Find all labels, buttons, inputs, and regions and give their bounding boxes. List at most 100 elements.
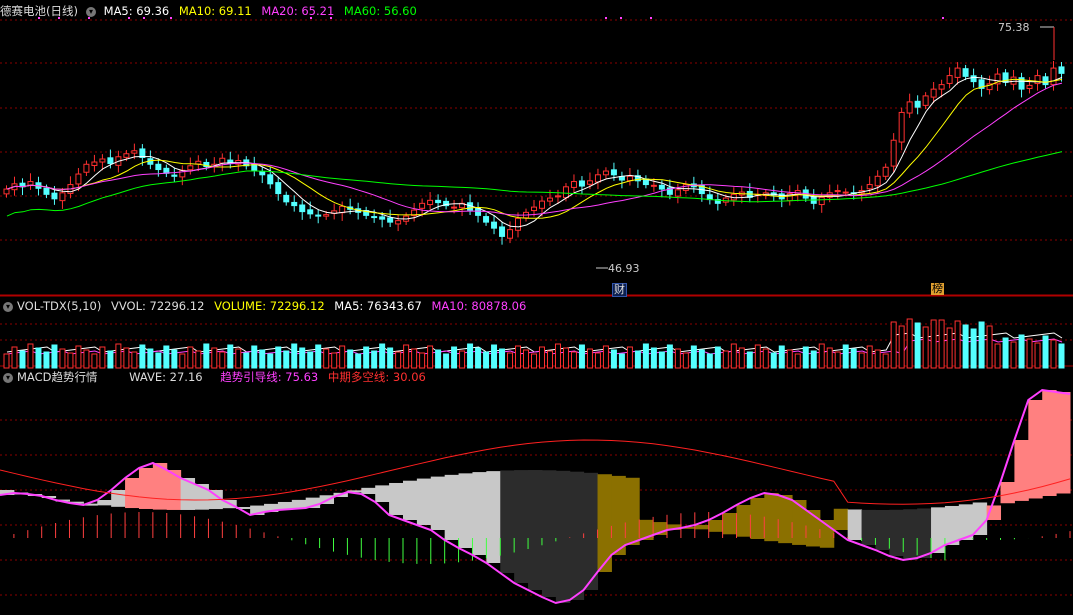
- macd-band: [917, 508, 932, 558]
- volume-bar: [602, 345, 609, 369]
- volume-bar: [634, 350, 641, 369]
- volume-bar: [131, 351, 138, 369]
- macd-band: [444, 474, 460, 540]
- macd-indicator-name[interactable]: MACD趋势行情: [17, 370, 97, 384]
- candle-body: [842, 191, 849, 194]
- candle-body: [602, 170, 609, 176]
- candle-body: [954, 67, 961, 78]
- vol-ma5-label: MA5: 76343.67: [334, 299, 422, 313]
- candle-body: [1010, 76, 1017, 85]
- candle-body: [962, 68, 969, 77]
- volume-bar: [906, 318, 913, 369]
- volume-bar: [954, 320, 961, 369]
- settings-icon[interactable]: ▾: [3, 372, 13, 383]
- volume-bar: [554, 343, 561, 369]
- volume-bar: [642, 343, 649, 369]
- stock-name[interactable]: 德赛电池: [0, 4, 46, 18]
- volume-bar: [682, 352, 689, 369]
- macd-band: [778, 495, 793, 544]
- macd-band: [111, 490, 126, 507]
- candle-body: [27, 181, 34, 186]
- volume-bar: [1058, 343, 1065, 369]
- volume-bar: [658, 351, 665, 369]
- macd-bands[interactable]: [0, 388, 1071, 605]
- volume-bar: [275, 346, 282, 369]
- candle-body: [507, 229, 514, 239]
- volume-indicator-name[interactable]: VOL-TDX(5,10): [17, 299, 101, 313]
- candle-body: [914, 100, 921, 108]
- candle-body: [874, 175, 881, 187]
- candle-body: [395, 220, 402, 225]
- volume-bar: [171, 349, 178, 369]
- volume-bars[interactable]: [3, 318, 1065, 369]
- candlestick-series[interactable]: [3, 60, 1065, 245]
- macd-band: [750, 498, 765, 540]
- volume-bar: [491, 344, 498, 369]
- volume-bar: [507, 352, 514, 369]
- volume-bar: [1002, 337, 1009, 369]
- macd-band: [847, 509, 863, 540]
- volume-label: VOLUME: 72296.12: [214, 299, 325, 313]
- volume-bar: [562, 347, 569, 369]
- volume-bar: [778, 345, 785, 369]
- macd-band: [458, 473, 473, 548]
- candle-body: [299, 204, 306, 213]
- macd-band: [625, 477, 640, 545]
- volume-bar: [35, 347, 42, 369]
- macd-band: [708, 520, 724, 532]
- candle-body: [107, 157, 114, 165]
- volume-bar: [163, 345, 170, 369]
- volume-bar: [770, 352, 777, 369]
- candle-body: [171, 174, 178, 177]
- candle-body: [674, 189, 681, 197]
- volume-bar: [874, 349, 881, 369]
- candle-body: [515, 217, 522, 231]
- macd-band: [528, 470, 543, 590]
- ma5-label: MA5: 69.36: [103, 4, 170, 18]
- candle-body: [538, 200, 545, 209]
- candle-body: [275, 182, 282, 195]
- candle-body: [970, 75, 977, 83]
- candle-body: [1026, 84, 1033, 90]
- candle-body: [938, 84, 945, 90]
- volume-bar: [427, 345, 434, 369]
- candle-body: [882, 166, 889, 177]
- macd-band: [903, 509, 918, 560]
- candle-body: [930, 88, 937, 98]
- macd-band: [875, 509, 890, 550]
- volume-bar: [794, 353, 801, 369]
- candle-body: [610, 169, 617, 176]
- volume-bar: [419, 352, 426, 369]
- volume-bar: [323, 348, 330, 369]
- ma10-line: [6, 78, 1063, 219]
- volume-bar: [227, 344, 234, 369]
- volume-bar: [1010, 341, 1017, 369]
- volume-bar: [307, 351, 314, 369]
- volume-bar: [914, 322, 921, 369]
- finance-event-tag[interactable]: 财: [612, 283, 627, 297]
- candle-body: [491, 221, 498, 229]
- candle-body: [155, 163, 162, 171]
- volume-bar: [371, 350, 378, 369]
- ranking-event-tag[interactable]: 榜: [931, 283, 944, 295]
- volume-bar: [147, 348, 154, 369]
- vvol-label: VVOL: 72296.12: [111, 299, 205, 313]
- trend-guide-label: 趋势引导线: 75.63: [220, 370, 319, 384]
- signal-dot: [620, 17, 622, 19]
- volume-bar: [1026, 338, 1033, 369]
- volume-bar: [570, 351, 577, 369]
- volume-bar: [395, 351, 402, 369]
- volume-bar: [546, 350, 553, 369]
- volume-bar: [3, 353, 10, 369]
- settings-icon[interactable]: ▾: [85, 6, 96, 17]
- main-panel-header: 德赛电池(日线) ▾ MA5: 69.36 MA10: 69.11 MA20: 6…: [0, 3, 423, 19]
- volume-bar: [459, 350, 466, 369]
- volume-bar: [75, 345, 82, 369]
- volume-bar: [179, 353, 186, 369]
- candle-body: [323, 214, 330, 217]
- macd-band: [1028, 400, 1043, 499]
- volume-bar: [938, 319, 945, 369]
- candle-body: [626, 175, 633, 182]
- settings-icon[interactable]: ▾: [3, 301, 13, 312]
- volume-bar: [451, 346, 458, 369]
